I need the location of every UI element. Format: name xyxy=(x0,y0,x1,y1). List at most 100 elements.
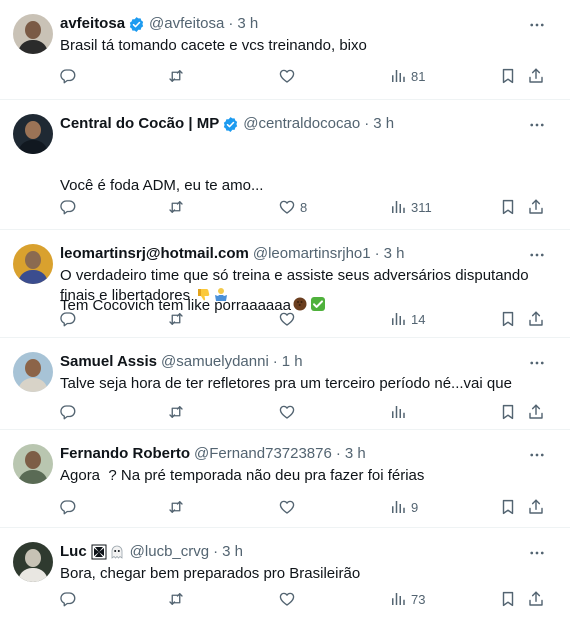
timestamp[interactable]: 3 h xyxy=(345,444,366,464)
more-options-icon[interactable] xyxy=(528,116,546,134)
tweet-text: Brasil tá tomando cacete e vcs treinando… xyxy=(60,37,367,54)
bookmark-button[interactable] xyxy=(499,401,517,423)
user-handle[interactable]: @lucb_crvg xyxy=(130,542,209,562)
bookmark-button[interactable] xyxy=(499,196,517,218)
display-name[interactable]: Fernando Roberto xyxy=(60,444,190,464)
display-name[interactable]: avfeitosa xyxy=(60,14,125,34)
timestamp[interactable]: 3 h xyxy=(237,14,258,34)
timestamp[interactable]: 3 h xyxy=(373,114,394,134)
verified-badge-icon xyxy=(128,16,145,33)
bookmark-button[interactable] xyxy=(499,496,517,518)
reply-icon xyxy=(59,310,77,328)
more-options-icon[interactable] xyxy=(528,354,546,372)
bookmark-button[interactable] xyxy=(499,65,517,87)
more-options-icon[interactable] xyxy=(528,16,546,34)
tweet-header: avfeitosa @avfeitosa · 3 h xyxy=(60,14,530,34)
like-button[interactable] xyxy=(278,496,300,518)
avatar[interactable] xyxy=(13,14,53,54)
share-button[interactable] xyxy=(527,65,545,87)
display-name[interactable]: Luc xyxy=(60,542,87,562)
reply-button[interactable] xyxy=(59,196,77,218)
share-button[interactable] xyxy=(527,588,545,610)
views-chart-icon xyxy=(389,67,407,85)
share-icon xyxy=(527,310,545,328)
bookmark-button[interactable] xyxy=(499,308,517,330)
view-count: 14 xyxy=(411,311,426,327)
avatar[interactable] xyxy=(13,244,53,284)
retweet-button[interactable] xyxy=(167,196,185,218)
reply-icon xyxy=(59,67,77,85)
reply-button[interactable] xyxy=(59,401,77,423)
views-button[interactable]: 81 xyxy=(389,65,425,87)
maltese-cross-emoji xyxy=(91,544,107,560)
user-handle[interactable]: @centraldococao xyxy=(243,114,360,134)
tweet-central-do-cocao[interactable]: Central do Cocão | MP @centraldococao · … xyxy=(0,100,570,314)
timestamp[interactable]: 1 h xyxy=(282,352,303,372)
tweet-header: Luc @lucb_crvg · 3 h xyxy=(60,542,530,562)
views-button[interactable]: 9 xyxy=(389,496,418,518)
share-icon xyxy=(527,67,545,85)
tweet-actions: 81 xyxy=(56,65,550,87)
share-button[interactable] xyxy=(527,196,545,218)
user-handle[interactable]: @avfeitosa xyxy=(149,14,224,34)
avatar[interactable] xyxy=(13,542,53,582)
thumbs-down-emoji xyxy=(198,289,210,301)
reply-button[interactable] xyxy=(59,65,77,87)
reply-feed: avfeitosa @avfeitosa · 3 h Brasil tá tom… xyxy=(0,0,570,624)
separator-dot: · xyxy=(364,115,370,132)
retweet-icon xyxy=(167,590,185,608)
display-name[interactable]: Central do Cocão | MP xyxy=(60,114,219,134)
reply-button[interactable] xyxy=(59,588,77,610)
like-button[interactable] xyxy=(278,308,300,330)
reply-button[interactable] xyxy=(59,308,77,330)
tweet-luc[interactable]: Luc @lucb_crvg · 3 h Bora, chegar bem pr… xyxy=(0,528,570,624)
separator-dot: · xyxy=(374,245,380,262)
tweet-header: Fernando Roberto @Fernand73723876 · 3 h xyxy=(60,444,530,464)
timestamp[interactable]: 3 h xyxy=(384,244,405,264)
bookmark-button[interactable] xyxy=(499,588,517,610)
like-button[interactable] xyxy=(278,401,300,423)
user-handle[interactable]: @Fernand73723876 xyxy=(194,444,332,464)
share-icon xyxy=(527,198,545,216)
more-options-icon[interactable] xyxy=(528,446,546,464)
more-options-icon[interactable] xyxy=(528,246,546,264)
avatar[interactable] xyxy=(13,114,53,154)
reply-icon xyxy=(59,403,77,421)
bookmark-icon xyxy=(499,198,517,216)
share-button[interactable] xyxy=(527,308,545,330)
avatar[interactable] xyxy=(13,352,53,392)
tweet-text: O verdadeiro time que só treina e assist… xyxy=(60,267,533,304)
retweet-button[interactable] xyxy=(167,401,185,423)
more-options-icon[interactable] xyxy=(528,544,546,562)
timestamp[interactable]: 3 h xyxy=(222,542,243,562)
tweet-avfeitosa[interactable]: avfeitosa @avfeitosa · 3 h Brasil tá tom… xyxy=(0,0,570,100)
user-handle[interactable]: @leomartinsrjho1 xyxy=(253,244,371,264)
separator-dot: · xyxy=(213,543,219,560)
share-button[interactable] xyxy=(527,401,545,423)
tweet-samuel-assis[interactable]: Samuel Assis @samuelydanni · 1 h Talve s… xyxy=(0,338,570,430)
retweet-button[interactable] xyxy=(167,496,185,518)
views-button[interactable] xyxy=(389,401,411,423)
tweet-fernando-roberto[interactable]: Fernando Roberto @Fernand73723876 · 3 h … xyxy=(0,430,570,528)
display-name[interactable]: Samuel Assis xyxy=(60,352,157,372)
reply-button[interactable] xyxy=(59,496,77,518)
views-button[interactable]: 14 xyxy=(389,308,425,330)
views-button[interactable]: 311 xyxy=(389,196,432,218)
display-name[interactable]: leomartinsrj@hotmail.com xyxy=(60,244,249,264)
view-count: 9 xyxy=(411,499,419,515)
retweet-button[interactable] xyxy=(167,65,185,87)
like-button[interactable]: 8 xyxy=(278,196,307,218)
views-button[interactable]: 73 xyxy=(389,588,425,610)
share-icon xyxy=(527,590,545,608)
like-button[interactable] xyxy=(278,65,300,87)
user-handle[interactable]: @samuelydanni xyxy=(161,352,269,372)
share-button[interactable] xyxy=(527,496,545,518)
views-chart-icon xyxy=(389,403,407,421)
retweet-button[interactable] xyxy=(167,588,185,610)
heart-icon xyxy=(278,310,296,328)
tweet-leomartinsrj[interactable]: leomartinsrj@hotmail.com @leomartinsrjho… xyxy=(0,230,570,338)
like-button[interactable] xyxy=(278,588,300,610)
avatar[interactable] xyxy=(13,444,53,484)
retweet-button[interactable] xyxy=(167,308,185,330)
tweet-actions: 8 311 xyxy=(56,196,550,218)
